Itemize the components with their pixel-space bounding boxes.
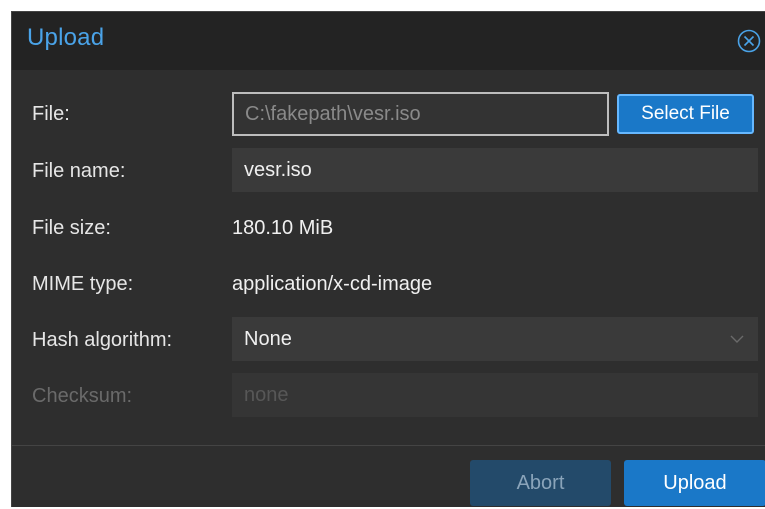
file-label: File: xyxy=(32,103,70,125)
abort-button[interactable]: Abort xyxy=(470,460,611,506)
file-name-label: File name: xyxy=(32,160,126,182)
dialog-title: Upload xyxy=(27,24,105,51)
hash-algorithm-label: Hash algorithm: xyxy=(32,329,173,351)
select-file-button[interactable]: Select File xyxy=(617,94,754,134)
upload-button[interactable]: Upload xyxy=(624,460,765,506)
mime-type-value: application/x-cd-image xyxy=(232,273,433,295)
hash-algorithm-select[interactable]: None xyxy=(232,317,758,361)
file-path-field[interactable]: C:\fakepath\vesr.iso xyxy=(232,92,609,136)
file-size-label: File size: xyxy=(32,217,111,239)
hash-algorithm-value: None xyxy=(244,328,292,350)
checksum-input: none xyxy=(232,373,758,417)
chevron-down-icon xyxy=(730,335,744,343)
dialog-footer: Abort Upload xyxy=(12,445,765,509)
mime-type-label: MIME type: xyxy=(32,273,134,295)
dialog-titlebar: Upload xyxy=(12,12,765,70)
upload-dialog: Upload File: C:\fakepath\vesr.iso Select… xyxy=(11,11,765,507)
file-name-input[interactable]: vesr.iso xyxy=(232,148,758,192)
close-icon[interactable] xyxy=(737,29,761,53)
checksum-label: Checksum: xyxy=(32,385,133,407)
file-size-value: 180.10 MiB xyxy=(232,217,334,239)
